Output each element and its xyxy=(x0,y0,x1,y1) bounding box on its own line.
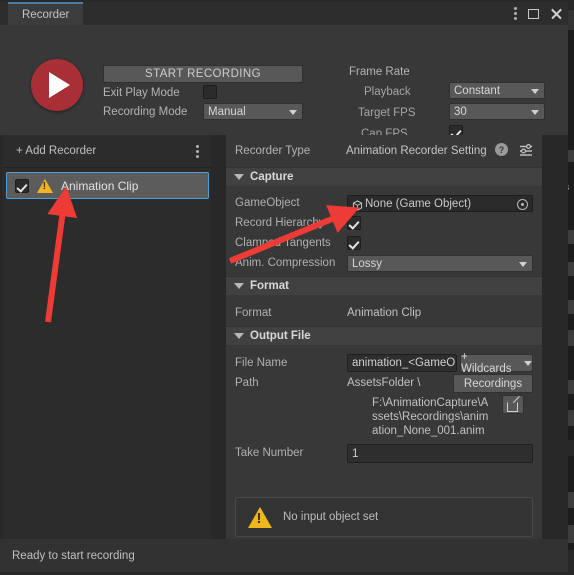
menu-dots-icon[interactable] xyxy=(514,7,517,20)
playback-label: Playback xyxy=(364,86,411,98)
menu-dots-icon[interactable] xyxy=(196,145,199,158)
tab-recorder-label: Recorder xyxy=(22,8,70,21)
warning-box: No input object set xyxy=(235,497,533,537)
recording-mode-dropdown[interactable]: Manual xyxy=(203,103,303,120)
format-row: Format Animation Clip xyxy=(226,304,542,326)
maximize-icon[interactable] xyxy=(528,8,539,19)
path-folder-value: Recordings xyxy=(463,377,523,390)
target-fps-value: 30 xyxy=(454,105,467,118)
record-hierarchy-row: Record Hierarchy xyxy=(226,214,542,234)
window-tab-bar: Recorder xyxy=(0,2,568,25)
section-header-format[interactable]: Format xyxy=(226,276,542,295)
start-recording-button[interactable]: START RECORDING xyxy=(103,65,303,83)
path-folder-input[interactable]: Recordings xyxy=(453,374,533,393)
file-name-row: File Name animation_<GameObject> + Wildc… xyxy=(226,351,542,375)
add-recorder-button[interactable]: + Add Recorder xyxy=(16,145,96,157)
recording-mode-label: Recording Mode xyxy=(103,106,188,118)
target-fps-label: Target FPS xyxy=(358,107,416,119)
anim-compression-value: Lossy xyxy=(352,257,383,270)
tab-recorder[interactable]: Recorder xyxy=(8,2,84,25)
gameobject-label: GameObject xyxy=(235,197,300,209)
caret-down-icon xyxy=(234,174,244,180)
object-picker-icon[interactable] xyxy=(517,199,528,210)
help-icon[interactable]: ? xyxy=(495,143,508,156)
gameobject-field[interactable]: None (Game Object) xyxy=(347,195,533,212)
window-controls xyxy=(514,2,562,25)
recorder-settings-panel: Recorder Type Animation Recorder Setting… xyxy=(226,135,542,539)
playback-value: Constant xyxy=(454,84,501,97)
wildcards-dropdown[interactable]: + Wildcards xyxy=(460,351,533,375)
recorder-type-value: Animation Recorder Setting xyxy=(346,145,487,157)
recorder-window: Recorder START RECORDING Exit Play Mode … xyxy=(0,2,568,572)
recorder-body: + Add Recorder Animation Clip Recorder T… xyxy=(0,135,568,539)
warning-triangle-icon xyxy=(248,506,272,528)
open-folder-icon[interactable] xyxy=(502,395,524,414)
path-root-value: AssetsFolder \ xyxy=(347,377,421,389)
warning-triangle-icon xyxy=(37,178,53,193)
take-number-label: Take Number xyxy=(235,447,304,459)
anim-compression-row: Anim. Compression Lossy xyxy=(226,254,542,276)
take-number-value: 1 xyxy=(352,447,359,460)
section-title-capture: Capture xyxy=(250,171,294,183)
path-row: Path AssetsFolder \ Recordings F:\Animat… xyxy=(226,374,542,444)
file-name-label: File Name xyxy=(235,357,288,369)
start-recording-label: START RECORDING xyxy=(145,68,261,80)
record-button[interactable] xyxy=(31,59,83,111)
gameobject-value: None (Game Object) xyxy=(365,197,472,210)
take-number-input[interactable]: 1 xyxy=(347,444,533,463)
chevron-down-icon xyxy=(531,88,539,94)
record-hierarchy-checkbox[interactable] xyxy=(347,216,361,230)
exit-play-mode-label: Exit Play Mode xyxy=(103,87,180,99)
chevron-down-icon xyxy=(289,109,297,115)
caret-down-icon xyxy=(234,333,244,339)
clamped-tangents-label: Clamped Tangents xyxy=(235,237,331,249)
unity-recorder-screenshot: ns G 05 e at Recorder START RECORDING Ex… xyxy=(0,0,574,575)
take-number-row: Take Number 1 xyxy=(226,444,542,468)
path-label: Path xyxy=(235,377,259,389)
anim-compression-label: Anim. Compression xyxy=(235,257,336,269)
anim-compression-dropdown[interactable]: Lossy xyxy=(347,255,533,272)
list-item-label: Animation Clip xyxy=(61,178,139,193)
target-fps-dropdown[interactable]: 30 xyxy=(449,103,545,120)
preset-icon[interactable] xyxy=(519,143,533,157)
section-header-capture[interactable]: Capture xyxy=(226,167,542,186)
chevron-down-icon xyxy=(519,261,527,267)
frame-rate-title: Frame Rate xyxy=(349,66,410,78)
recorder-list-panel: + Add Recorder Animation Clip xyxy=(2,135,211,539)
warning-message: No input object set xyxy=(283,511,379,523)
file-name-input[interactable]: animation_<GameObject> xyxy=(347,354,457,372)
play-icon xyxy=(49,72,70,98)
section-title-output-file: Output File xyxy=(250,330,311,342)
status-message: Ready to start recording xyxy=(12,549,135,562)
recording-mode-value: Manual xyxy=(208,105,246,118)
chevron-down-icon xyxy=(524,360,532,366)
section-title-format: Format xyxy=(250,280,289,292)
section-header-output-file[interactable]: Output File xyxy=(226,326,542,345)
format-value: Animation Clip xyxy=(347,307,422,319)
playback-dropdown[interactable]: Constant xyxy=(449,82,545,99)
clamped-tangents-row: Clamped Tangents xyxy=(226,234,542,254)
exit-play-mode-checkbox[interactable] xyxy=(203,85,217,99)
close-icon[interactable] xyxy=(550,8,562,20)
clamped-tangents-checkbox[interactable] xyxy=(347,236,361,250)
status-bar: Ready to start recording xyxy=(0,539,568,572)
recorder-type-label: Recorder Type xyxy=(235,145,311,157)
add-recorder-row: + Add Recorder xyxy=(2,135,211,168)
recorder-type-row: Recorder Type Animation Recorder Setting… xyxy=(226,135,542,167)
full-path-text: F:\AnimationCapture\Assets\Recordings\an… xyxy=(372,397,489,437)
list-item-animation-clip[interactable]: Animation Clip xyxy=(6,172,209,199)
cube-icon xyxy=(352,198,363,211)
chevron-down-icon xyxy=(531,109,539,115)
format-label: Format xyxy=(235,307,272,319)
gameobject-row: GameObject None (Game Object) xyxy=(226,194,542,214)
recorder-top-controls: START RECORDING Exit Play Mode Recording… xyxy=(0,25,568,140)
animation-clip-enabled-checkbox[interactable] xyxy=(15,178,29,193)
record-hierarchy-label: Record Hierarchy xyxy=(235,217,325,229)
wildcards-label: + Wildcards xyxy=(461,351,512,375)
file-name-value: animation_<GameObject> xyxy=(352,357,456,369)
caret-down-icon xyxy=(234,283,244,289)
